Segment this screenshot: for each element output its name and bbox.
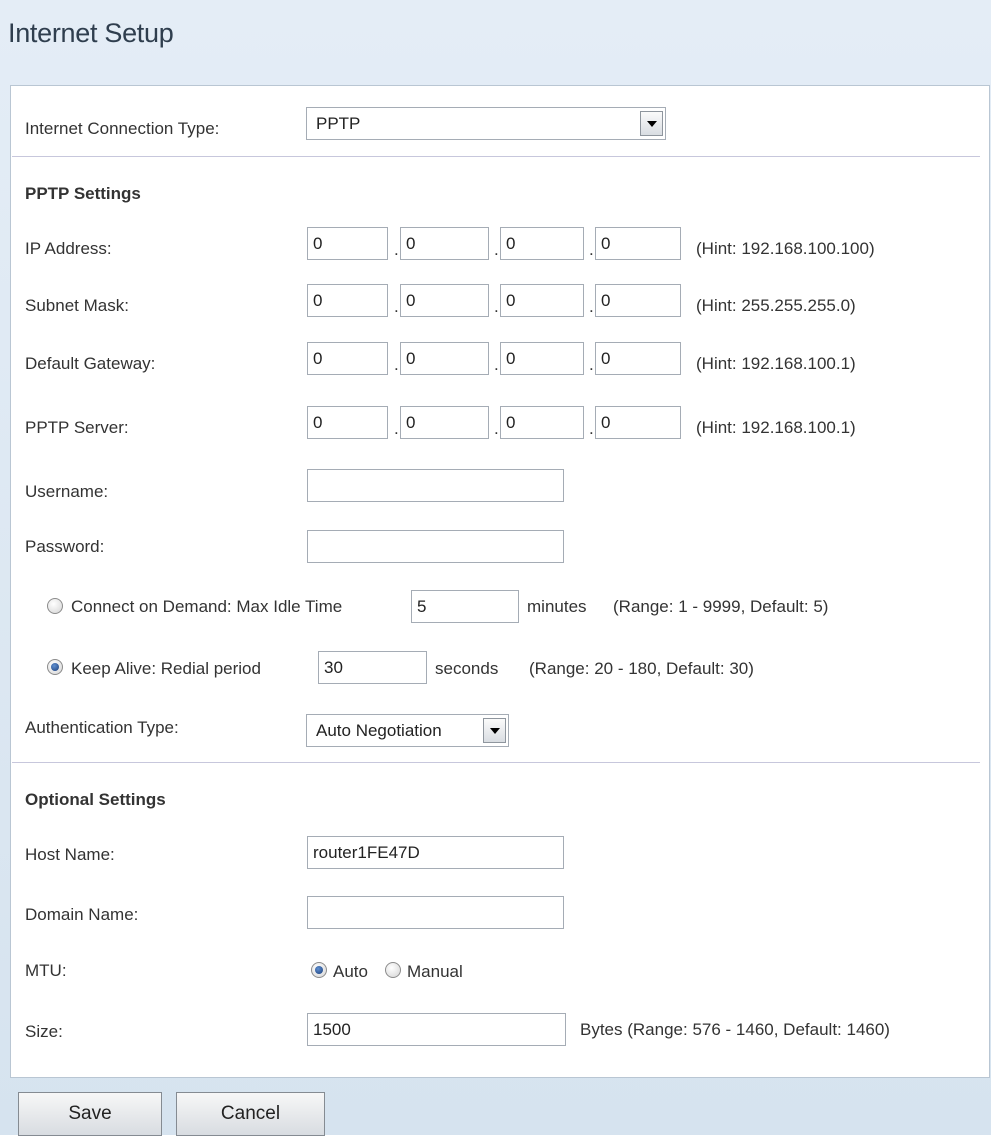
connect-on-demand-radio[interactable]	[47, 598, 63, 614]
password-field[interactable]	[307, 530, 564, 563]
default-gateway-octet-4[interactable]: 0	[595, 342, 681, 375]
octet-separator: .	[394, 419, 399, 438]
ip-address-octet-3[interactable]: 0	[500, 227, 584, 260]
mtu-label: MTU:	[25, 961, 67, 980]
octet-separator: .	[494, 355, 499, 374]
default-gateway-octet-1[interactable]: 0	[307, 342, 388, 375]
divider	[12, 762, 980, 763]
octet-separator: .	[494, 297, 499, 316]
authentication-type-value: Auto Negotiation	[316, 721, 442, 740]
subnet-mask-octet-3[interactable]: 0	[500, 284, 584, 317]
subnet-mask-hint: (Hint: 255.255.255.0)	[696, 296, 856, 315]
mtu-manual-label: Manual	[407, 962, 463, 981]
ip-address-octet-1[interactable]: 0	[307, 227, 388, 260]
pptp-server-octet-4[interactable]: 0	[595, 406, 681, 439]
size-label: Size:	[25, 1022, 63, 1041]
domain-name-field[interactable]	[307, 896, 564, 929]
default-gateway-hint: (Hint: 192.168.100.1)	[696, 354, 856, 373]
idle-time-unit: minutes	[527, 597, 587, 616]
optional-settings-heading: Optional Settings	[25, 790, 166, 809]
connection-type-select[interactable]: PPTP	[306, 107, 666, 140]
username-field[interactable]	[307, 469, 564, 502]
octet-separator: .	[589, 240, 594, 259]
chevron-down-icon[interactable]	[640, 111, 663, 136]
default-gateway-octet-2[interactable]: 0	[400, 342, 489, 375]
host-name-field[interactable]: router1FE47D	[307, 836, 564, 869]
pptp-settings-heading: PPTP Settings	[25, 184, 141, 203]
octet-separator: .	[589, 297, 594, 316]
page-title: Internet Setup	[8, 18, 174, 48]
subnet-mask-octet-2[interactable]: 0	[400, 284, 489, 317]
authentication-type-label: Authentication Type:	[25, 718, 179, 737]
max-idle-time-field[interactable]: 5	[411, 590, 519, 623]
idle-time-range-hint: (Range: 1 - 9999, Default: 5)	[613, 597, 829, 616]
default-gateway-octet-3[interactable]: 0	[500, 342, 584, 375]
redial-period-unit: seconds	[435, 659, 499, 678]
ip-address-octet-2[interactable]: 0	[400, 227, 489, 260]
divider	[12, 156, 980, 157]
octet-separator: .	[394, 297, 399, 316]
connection-type-label: Internet Connection Type:	[25, 119, 220, 138]
octet-separator: .	[494, 240, 499, 259]
mtu-manual-radio[interactable]	[385, 962, 401, 978]
subnet-mask-label: Subnet Mask:	[25, 296, 129, 315]
username-label: Username:	[25, 482, 109, 501]
domain-name-label: Domain Name:	[25, 905, 139, 924]
ip-address-label: IP Address:	[25, 239, 112, 258]
chevron-down-icon[interactable]	[483, 718, 506, 743]
pptp-server-label: PPTP Server:	[25, 418, 129, 437]
octet-separator: .	[494, 419, 499, 438]
pptp-server-octet-2[interactable]: 0	[400, 406, 489, 439]
redial-period-field[interactable]: 30	[318, 651, 427, 684]
keep-alive-radio[interactable]	[47, 659, 63, 675]
host-name-label: Host Name:	[25, 845, 115, 864]
mtu-size-hint: Bytes (Range: 576 - 1460, Default: 1460)	[580, 1020, 890, 1039]
pptp-server-hint: (Hint: 192.168.100.1)	[696, 418, 856, 437]
ip-address-hint: (Hint: 192.168.100.100)	[696, 239, 875, 258]
octet-separator: .	[589, 419, 594, 438]
octet-separator: .	[394, 355, 399, 374]
octet-separator: .	[394, 240, 399, 259]
mtu-auto-radio[interactable]	[311, 962, 327, 978]
redial-period-range-hint: (Range: 20 - 180, Default: 30)	[529, 659, 754, 678]
mtu-auto-label: Auto	[333, 962, 368, 981]
subnet-mask-octet-1[interactable]: 0	[307, 284, 388, 317]
default-gateway-label: Default Gateway:	[25, 354, 156, 373]
save-button[interactable]: Save	[18, 1092, 162, 1136]
pptp-server-octet-1[interactable]: 0	[307, 406, 388, 439]
keep-alive-label: Keep Alive: Redial period	[71, 659, 261, 678]
mtu-size-field[interactable]: 1500	[307, 1013, 566, 1046]
connect-on-demand-label: Connect on Demand: Max Idle Time	[71, 597, 343, 616]
pptp-server-octet-3[interactable]: 0	[500, 406, 584, 439]
connection-type-value: PPTP	[316, 114, 361, 133]
ip-address-octet-4[interactable]: 0	[595, 227, 681, 260]
authentication-type-select[interactable]: Auto Negotiation	[306, 714, 509, 747]
cancel-button[interactable]: Cancel	[176, 1092, 325, 1136]
subnet-mask-octet-4[interactable]: 0	[595, 284, 681, 317]
octet-separator: .	[589, 355, 594, 374]
password-label: Password:	[25, 537, 105, 556]
